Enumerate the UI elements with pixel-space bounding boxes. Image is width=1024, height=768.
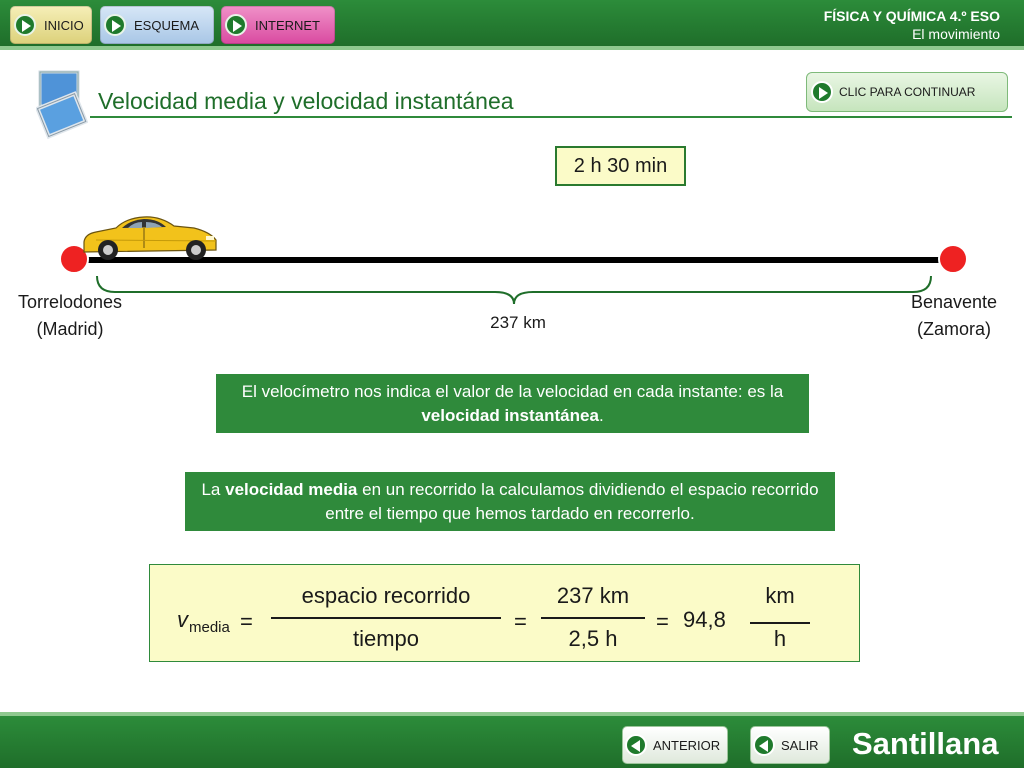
title-divider: [90, 116, 1012, 118]
back-arrow-icon: [753, 734, 775, 756]
destination-city: Benavente: [910, 292, 998, 312]
esquema-button[interactable]: ESQUEMA: [100, 6, 214, 44]
unit-logo-icon: [36, 70, 88, 140]
esquema-label: ESQUEMA: [134, 17, 200, 33]
internet-label: INTERNET: [255, 17, 320, 33]
car-icon: [83, 216, 217, 260]
instant-velocity-text: El velocímetro nos indica el valor de la…: [241, 381, 784, 425]
formula-equals-1: =: [240, 609, 253, 634]
continue-button[interactable]: CLIC PARA CONTINUAR: [806, 72, 1008, 112]
formula-symbol: v: [177, 607, 188, 632]
play-icon: [104, 14, 126, 36]
exit-label: SALIR: [781, 737, 819, 753]
road-scene: [59, 216, 968, 305]
travel-time-box: 2 h 30 min: [555, 146, 686, 186]
formula-equals-2: =: [514, 609, 527, 634]
origin-label: Torrelodones (Madrid): [6, 289, 134, 343]
destination-marker: [938, 244, 968, 274]
top-bar: INICIO ESQUEMA INTERNET FÍSICA Y QUÍMICA…: [0, 0, 1024, 50]
play-icon: [811, 81, 833, 103]
destination-label: Benavente (Zamora): [890, 289, 1018, 343]
distance-brace: [96, 275, 932, 305]
fraction-line-1: [271, 617, 501, 619]
formula-equals-3: =: [656, 609, 669, 634]
numerator-distance: espacio recorrido: [301, 583, 471, 608]
page-title: Velocidad media y velocidad instantánea: [98, 88, 514, 114]
play-icon: [225, 14, 247, 36]
fraction-line-2: [541, 617, 645, 619]
inicio-label: INICIO: [44, 17, 84, 33]
denominator-value: 2,5 h: [568, 626, 618, 651]
unit-denominator: h: [773, 626, 787, 651]
previous-label: ANTERIOR: [653, 737, 721, 753]
numerator-value: 237 km: [556, 583, 630, 608]
mean-velocity-box: La velocidad media en un recorrido la ca…: [185, 472, 835, 531]
formula-subscript: media: [189, 619, 230, 636]
unit-title: El movimiento: [912, 26, 1000, 42]
origin-city: Torrelodones: [17, 292, 123, 312]
bottom-bar: ANTERIOR SALIR Santillana: [0, 712, 1024, 768]
play-icon: [14, 14, 36, 36]
back-arrow-icon: [625, 734, 647, 756]
continue-label: CLIC PARA CONTINUAR: [839, 85, 976, 99]
fraction-line-3: [750, 622, 810, 624]
origin-region: (Madrid): [36, 319, 104, 339]
previous-button[interactable]: ANTERIOR: [622, 726, 728, 764]
exit-button[interactable]: SALIR: [750, 726, 830, 764]
unit-numerator: km: [765, 583, 795, 608]
inicio-button[interactable]: INICIO: [10, 6, 92, 44]
denominator-time: tiempo: [352, 626, 420, 651]
result-value: 94,8: [683, 607, 726, 632]
santillana-logo: Santillana: [852, 726, 999, 761]
mean-velocity-text: La velocidad media en un recorrido la ca…: [201, 479, 819, 523]
formula-box: v media = espacio recorrido tiempo = 237…: [149, 564, 860, 662]
course-title: FÍSICA Y QUÍMICA 4.º ESO: [823, 8, 1000, 24]
course-info: FÍSICA Y QUÍMICA 4.º ESO El movimiento: [824, 8, 1000, 44]
destination-region: (Zamora): [916, 319, 991, 339]
instant-velocity-box: El velocímetro nos indica el valor de la…: [216, 374, 809, 433]
internet-button[interactable]: INTERNET: [221, 6, 335, 44]
distance-label: 237 km: [490, 313, 546, 332]
